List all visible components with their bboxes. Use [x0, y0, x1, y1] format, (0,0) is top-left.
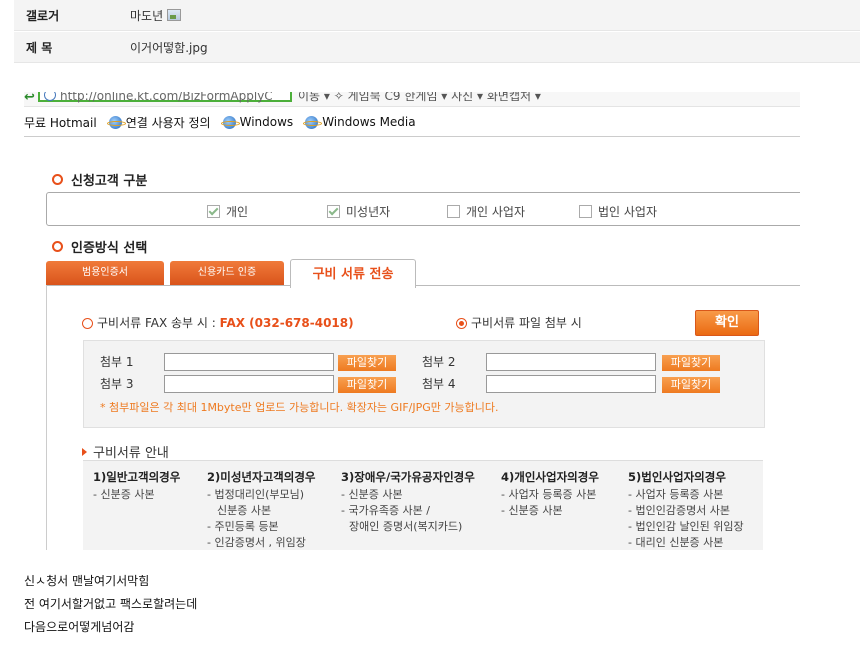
checkbox-minor[interactable]: 미성년자: [327, 203, 390, 220]
address-bar: ↩ http://online.kt.com/BizFormApplyC 이동 …: [24, 92, 800, 107]
url-input[interactable]: http://online.kt.com/BizFormApplyC: [38, 92, 292, 103]
attach-4-label: 첨부 4: [422, 377, 456, 391]
author-name[interactable]: 마도년: [130, 7, 163, 24]
attach-4-browse-button[interactable]: 파일찾기: [662, 377, 720, 393]
attach-1-browse-button[interactable]: 파일찾기: [338, 355, 396, 371]
fax-radio[interactable]: [82, 318, 93, 329]
file-option[interactable]: 구비서류 파일 첨부 시: [456, 314, 582, 331]
favorites-bar: 무료 Hotmail 연결 사용자 정의 Windows Windows Med…: [24, 108, 800, 137]
fav-windows[interactable]: Windows: [220, 115, 293, 129]
file-radio[interactable]: [456, 318, 467, 329]
attachment-box: 첨부 1 파일찾기 첨부 2 파일찾기 첨부 3 파일찾기 첨부 4 파일찾기 …: [83, 340, 765, 428]
attach-2-browse-button[interactable]: 파일찾기: [662, 355, 720, 371]
attach-3-label: 첨부 3: [100, 377, 134, 391]
fav-windows-media[interactable]: Windows Media: [303, 115, 416, 129]
auth-section-title: 인증방식 선택: [52, 237, 147, 256]
attach-2-label: 첨부 2: [422, 355, 456, 369]
ie-icon: [303, 115, 323, 129]
title-label: 제 목: [26, 40, 53, 55]
customer-type-box: 개인 미성년자 개인 사업자 법인 사업자: [46, 192, 800, 226]
search-icon: [44, 92, 56, 101]
section-bullet-icon: [52, 241, 63, 252]
title-row: 제 목 이거어떻함.jpg: [14, 31, 860, 63]
fav-custom-links[interactable]: 연결 사용자 정의: [106, 114, 211, 131]
tab-certificate[interactable]: 범용인증서: [46, 261, 164, 285]
attach-3-input[interactable]: [164, 375, 334, 393]
post-meta: 갤로거 마도년 제 목 이거어떻함.jpg: [14, 0, 860, 63]
guide-col-general: 1)일반고객의경우 - 신분증 사본: [93, 470, 181, 501]
image-icon: [167, 9, 182, 21]
attach-1-input[interactable]: [164, 353, 334, 371]
tab-credit-card[interactable]: 신용카드 인증: [170, 261, 284, 285]
guide-title: 구비서류 안내: [82, 442, 169, 461]
attach-1-label: 첨부 1: [100, 355, 134, 369]
fav-hotmail[interactable]: 무료 Hotmail: [24, 114, 97, 131]
gallery-label: 갤로거: [26, 8, 60, 23]
author-row: 갤로거 마도년: [14, 0, 860, 31]
post-title: 이거어떻함.jpg: [130, 40, 208, 55]
url-text: http://online.kt.com/BizFormApplyC: [60, 92, 273, 103]
attach-3-browse-button[interactable]: 파일찾기: [338, 377, 396, 393]
attach-4-input[interactable]: [486, 375, 656, 393]
tab-document-submit[interactable]: 구비 서류 전송: [290, 259, 416, 288]
triangle-bullet-icon: [82, 447, 87, 456]
checkbox-individual[interactable]: 개인: [207, 203, 248, 220]
guide-col-corporation: 5)법인사업자의경우 - 사업자 등록증 사본 - 법인인감증명서 사본 - 법…: [628, 470, 744, 549]
guide-box: 1)일반고객의경우 - 신분증 사본 2)미성년자고객의경우 - 법정대리인(부…: [83, 460, 763, 550]
ie-icon: [106, 115, 126, 129]
fax-option[interactable]: 구비서류 FAX 송부 시 : FAX (032-678-4018): [82, 314, 354, 331]
checkbox-corporation[interactable]: 법인 사업자: [579, 203, 657, 220]
back-arrow-icon: ↩: [24, 92, 35, 105]
checkbox-sole-proprietor[interactable]: 개인 사업자: [447, 203, 525, 220]
fax-number: FAX (032-678-4018): [219, 316, 354, 330]
guide-col-minor: 2)미성년자고객의경우 - 법정대리인(부모님) 신분증 사본 - 주민등록 등…: [207, 470, 316, 549]
section-bullet-icon: [52, 174, 63, 185]
ie-icon: [220, 115, 240, 129]
guide-col-sole-proprietor: 4)개인사업자의경우 - 사업자 등록증 사본 - 신분증 사본: [501, 470, 599, 517]
post-body-line: 다음으로어떻게넘어감: [24, 620, 135, 634]
customer-section-title: 신청고객 구분: [52, 170, 147, 189]
attach-note: * 첨부파일은 각 최대 1Mbyte만 업로드 가능합니다. 확장자는 GIF…: [100, 401, 499, 414]
embedded-screenshot: ↩ http://online.kt.com/BizFormApplyC 이동 …: [24, 92, 800, 550]
toolbar-items[interactable]: 이동 ▾ ✧ 게임북 C9 한게임 ▾ 사진 ▾ 화면캡처 ▾: [298, 92, 541, 104]
post-body-line: 전 여기서할거없고 팩스로할려는데: [24, 597, 198, 611]
confirm-button[interactable]: 확인: [695, 310, 759, 336]
post-body-line: 신ㅅ청서 맨날여기서막힘: [24, 574, 150, 588]
attach-2-input[interactable]: [486, 353, 656, 371]
guide-col-disabled: 3)장애우/국가유공자인경우 - 신분증 사본 - 국가유족증 사본 / 장애인…: [341, 470, 475, 533]
